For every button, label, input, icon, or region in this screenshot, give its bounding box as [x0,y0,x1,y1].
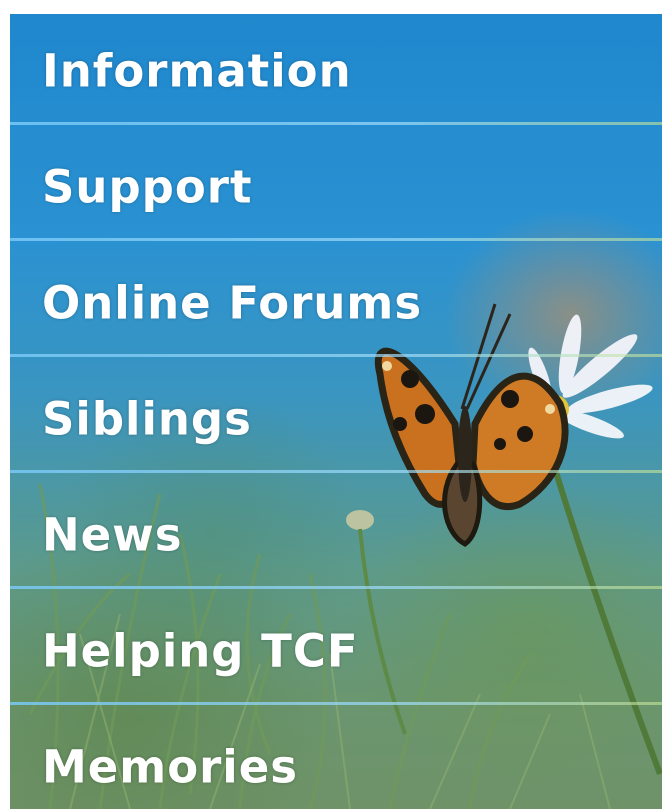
menu-item-label: Information [42,44,352,98]
menu-item-news[interactable]: News [10,478,662,592]
menu-item-memories[interactable]: Memories [10,710,662,809]
menu-item-siblings[interactable]: Siblings [10,362,662,476]
menu-item-label: Siblings [42,392,252,446]
navigation-menu: Information Support Online Forums Siblin… [10,14,662,809]
menu-item-support[interactable]: Support [10,130,662,244]
menu-item-label: Helping TCF [42,624,359,678]
menu-item-information[interactable]: Information [10,14,662,128]
menu-item-helping-tcf[interactable]: Helping TCF [10,594,662,708]
menu-item-label: Memories [42,740,299,794]
menu-item-label: Support [42,160,253,214]
menu-item-label: News [42,508,183,562]
menu-item-label: Online Forums [42,276,423,330]
menu-item-online-forums[interactable]: Online Forums [10,246,662,360]
